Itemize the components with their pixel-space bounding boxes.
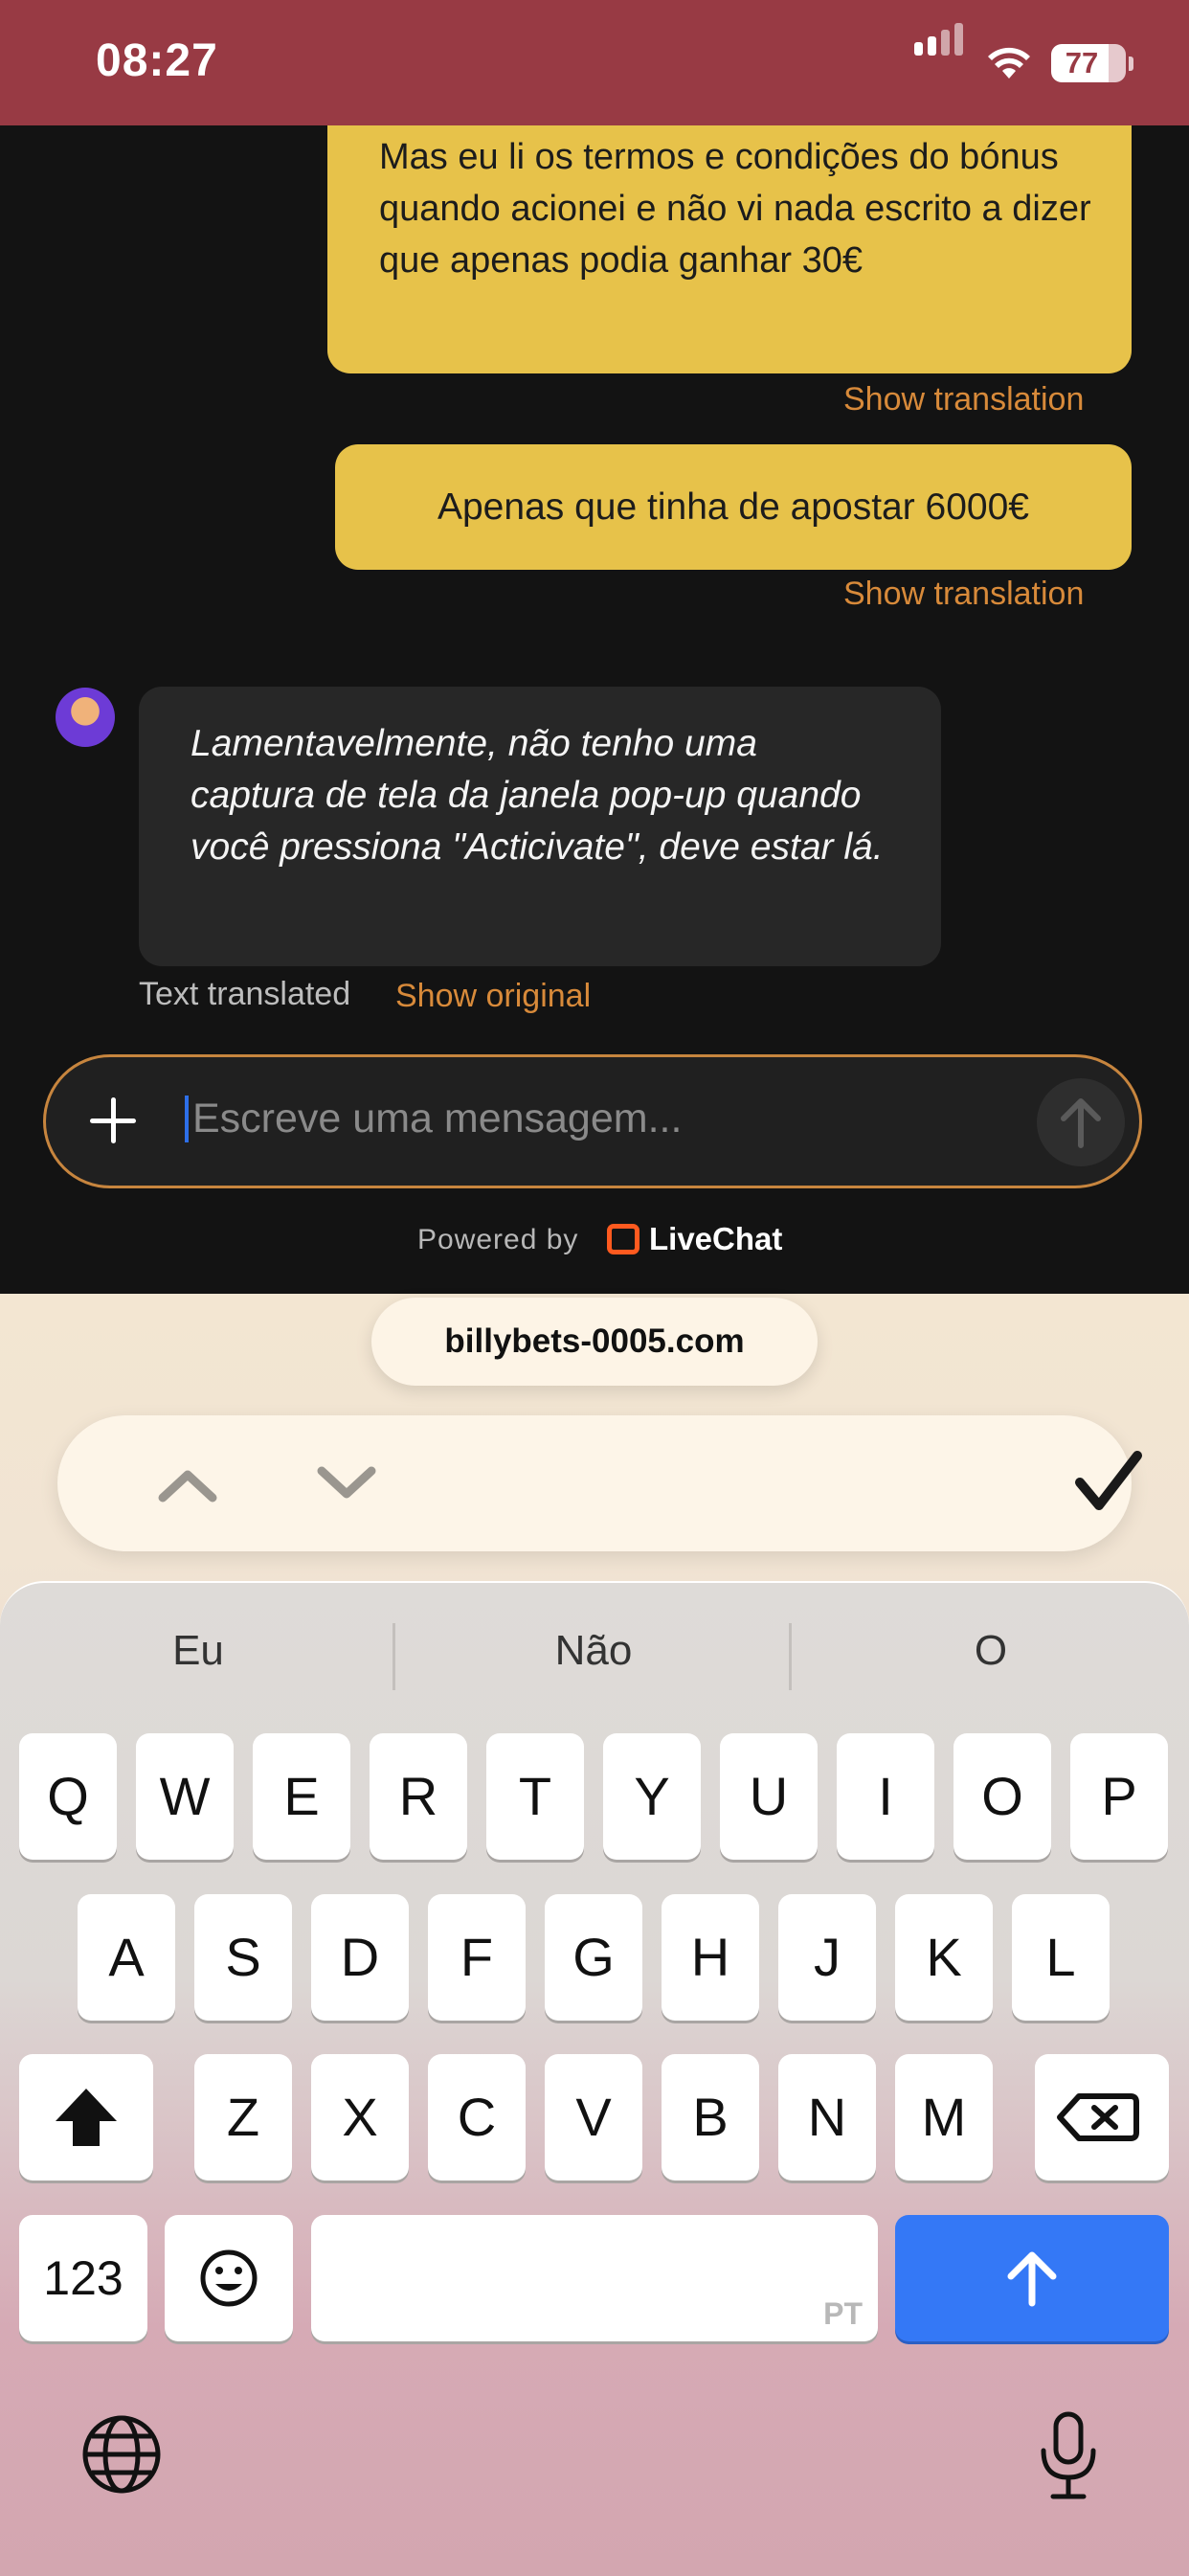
- key-m[interactable]: M: [895, 2054, 993, 2181]
- backspace-key[interactable]: [1035, 2054, 1169, 2181]
- user-message-bubble: Mas eu li os termos e condições do bónus…: [327, 125, 1132, 373]
- send-button[interactable]: [1037, 1078, 1125, 1166]
- show-translation-link[interactable]: Show translation: [843, 576, 1084, 613]
- arrow-up-icon: [1007, 2251, 1057, 2307]
- show-original-link[interactable]: Show original: [395, 978, 591, 1015]
- key-s[interactable]: S: [194, 1894, 292, 2021]
- key-t[interactable]: T: [486, 1733, 584, 1860]
- language-indicator: PT: [823, 2296, 863, 2331]
- wifi-icon: [988, 47, 1030, 79]
- key-p[interactable]: P: [1070, 1733, 1168, 1860]
- chevron-down-icon[interactable]: [316, 1459, 377, 1507]
- powered-by-label: Powered by: [417, 1224, 579, 1255]
- key-v[interactable]: V: [545, 2054, 642, 2181]
- backspace-icon: [1057, 2093, 1139, 2141]
- key-i[interactable]: I: [837, 1733, 934, 1860]
- key-c[interactable]: C: [428, 2054, 526, 2181]
- key-z[interactable]: Z: [194, 2054, 292, 2181]
- text-translated-note: Text translated: [139, 976, 351, 1012]
- numbers-key[interactable]: 123: [19, 2215, 147, 2341]
- key-w[interactable]: W: [136, 1733, 234, 1860]
- message-input[interactable]: Escreve uma mensagem...: [185, 1096, 682, 1142]
- chevron-up-icon[interactable]: [157, 1461, 218, 1509]
- key-g[interactable]: G: [545, 1894, 642, 2021]
- key-j[interactable]: J: [778, 1894, 876, 2021]
- emoji-key[interactable]: [165, 2215, 293, 2341]
- key-l[interactable]: L: [1012, 1894, 1110, 2021]
- key-d[interactable]: D: [311, 1894, 409, 2021]
- suggestion-2[interactable]: Não: [450, 1627, 737, 1675]
- key-k[interactable]: K: [895, 1894, 993, 2021]
- key-b[interactable]: B: [662, 2054, 759, 2181]
- agent-avatar: [56, 688, 115, 747]
- livechat-brand: LiveChat: [649, 1221, 783, 1256]
- status-bar: 08:27 77: [0, 0, 1189, 125]
- emoji-icon: [200, 2249, 258, 2307]
- shift-key[interactable]: [19, 2054, 153, 2181]
- key-o[interactable]: O: [953, 1733, 1051, 1860]
- key-a[interactable]: A: [78, 1894, 175, 2021]
- battery-icon: 77: [1051, 44, 1126, 82]
- key-q[interactable]: Q: [19, 1733, 117, 1860]
- form-navigation-bar: [57, 1415, 1142, 1551]
- status-time: 08:27: [96, 35, 218, 86]
- return-key[interactable]: [895, 2215, 1169, 2341]
- livechat-logo-icon: [607, 1224, 639, 1254]
- agent-message-bubble: Lamentavelmente, não tenho uma captura d…: [139, 687, 941, 966]
- checkmark-done-icon[interactable]: [1074, 1448, 1143, 1517]
- key-n[interactable]: N: [778, 2054, 876, 2181]
- url-bar[interactable]: billybets-0005.com: [371, 1298, 818, 1386]
- arrow-up-icon: [1061, 1098, 1101, 1148]
- show-translation-link[interactable]: Show translation: [843, 381, 1084, 418]
- key-h[interactable]: H: [662, 1894, 759, 2021]
- shift-arrow-icon: [56, 2089, 117, 2146]
- keyboard: Eu Não O Q W E R T Y U I O P A S D F G H…: [0, 1581, 1189, 2576]
- message-composer[interactable]: Escreve uma mensagem...: [43, 1054, 1142, 1188]
- suggestion-1[interactable]: Eu: [55, 1627, 342, 1675]
- key-u[interactable]: U: [720, 1733, 818, 1860]
- key-e[interactable]: E: [253, 1733, 350, 1860]
- chat-panel: Mas eu li os termos e condições do bónus…: [0, 125, 1189, 1294]
- space-key[interactable]: PT: [311, 2215, 878, 2341]
- suggestion-divider: [393, 1623, 395, 1690]
- user-message-bubble: Apenas que tinha de apostar 6000€: [335, 444, 1132, 570]
- microphone-icon[interactable]: [1030, 2408, 1107, 2504]
- key-r[interactable]: R: [370, 1733, 467, 1860]
- suggestion-divider: [789, 1623, 792, 1690]
- globe-icon[interactable]: [80, 2413, 163, 2496]
- key-f[interactable]: F: [428, 1894, 526, 2021]
- key-y[interactable]: Y: [603, 1733, 701, 1860]
- attach-plus-icon[interactable]: [86, 1094, 140, 1147]
- battery-tip: [1129, 56, 1133, 71]
- key-x[interactable]: X: [311, 2054, 409, 2181]
- battery-level: 77: [1065, 46, 1099, 79]
- suggestion-3[interactable]: O: [847, 1627, 1134, 1675]
